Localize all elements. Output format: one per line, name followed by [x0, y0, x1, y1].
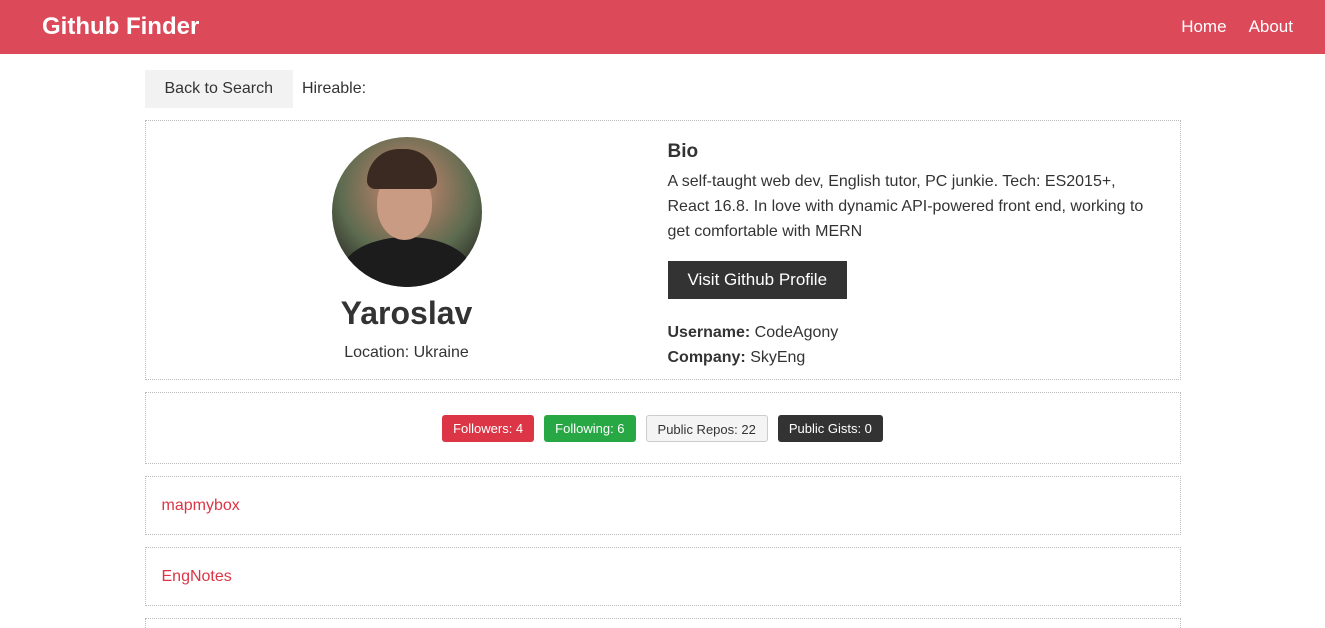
profile-name: Yaroslav [340, 295, 473, 331]
bio-text: A self-taught web dev, English tutor, PC… [667, 173, 1144, 240]
username-value: CodeAgony [754, 324, 839, 341]
profile-identity: Yaroslav Location: Ukraine [146, 121, 668, 379]
bio-heading: Bio [667, 141, 699, 162]
nav-links: Home About [1181, 17, 1293, 37]
public-repos-badge: Public Repos: 22 [645, 414, 768, 442]
back-to-search-button[interactable]: Back to Search [144, 70, 293, 108]
repo-link[interactable]: EngNotes [162, 568, 232, 586]
stats-card: Followers: 4 Following: 6 Public Repos: … [144, 392, 1181, 464]
brand-title[interactable]: Github Finder [42, 13, 199, 41]
visit-github-profile-button[interactable]: Visit Github Profile [667, 261, 848, 299]
company-line: Company: SkyEng [668, 345, 1160, 370]
username-label: Username: [667, 324, 751, 341]
navbar: Github Finder Home About [0, 0, 1325, 54]
username-line: Username: CodeAgony [668, 320, 1160, 345]
company-value: SkyEng [750, 349, 806, 366]
repo-item-partial [144, 618, 1181, 628]
repo-link[interactable]: mapmybox [162, 497, 240, 515]
followers-badge: Followers: 4 [442, 414, 535, 442]
profile-details: Bio A self-taught web dev, English tutor… [667, 121, 1180, 379]
company-label: Company: [667, 349, 746, 366]
top-actions: Back to Search Hireable: [144, 70, 1181, 108]
profile-card: Yaroslav Location: Ukraine Bio A self-ta… [144, 120, 1181, 380]
public-gists-badge: Public Gists: 0 [777, 414, 883, 442]
profile-info: Username: CodeAgony Company: SkyEng [668, 320, 1160, 370]
nav-link-about[interactable]: About [1249, 17, 1293, 37]
hireable-label: Hireable: [302, 80, 367, 97]
profile-location: Location: Ukraine [344, 344, 469, 361]
nav-link-home[interactable]: Home [1181, 17, 1226, 37]
repo-item: EngNotes [144, 547, 1181, 606]
avatar [331, 137, 482, 287]
repo-item: mapmybox [144, 476, 1181, 535]
following-badge: Following: 6 [544, 414, 636, 442]
main-container: Back to Search Hireable: Yaroslav Locati… [144, 54, 1181, 628]
